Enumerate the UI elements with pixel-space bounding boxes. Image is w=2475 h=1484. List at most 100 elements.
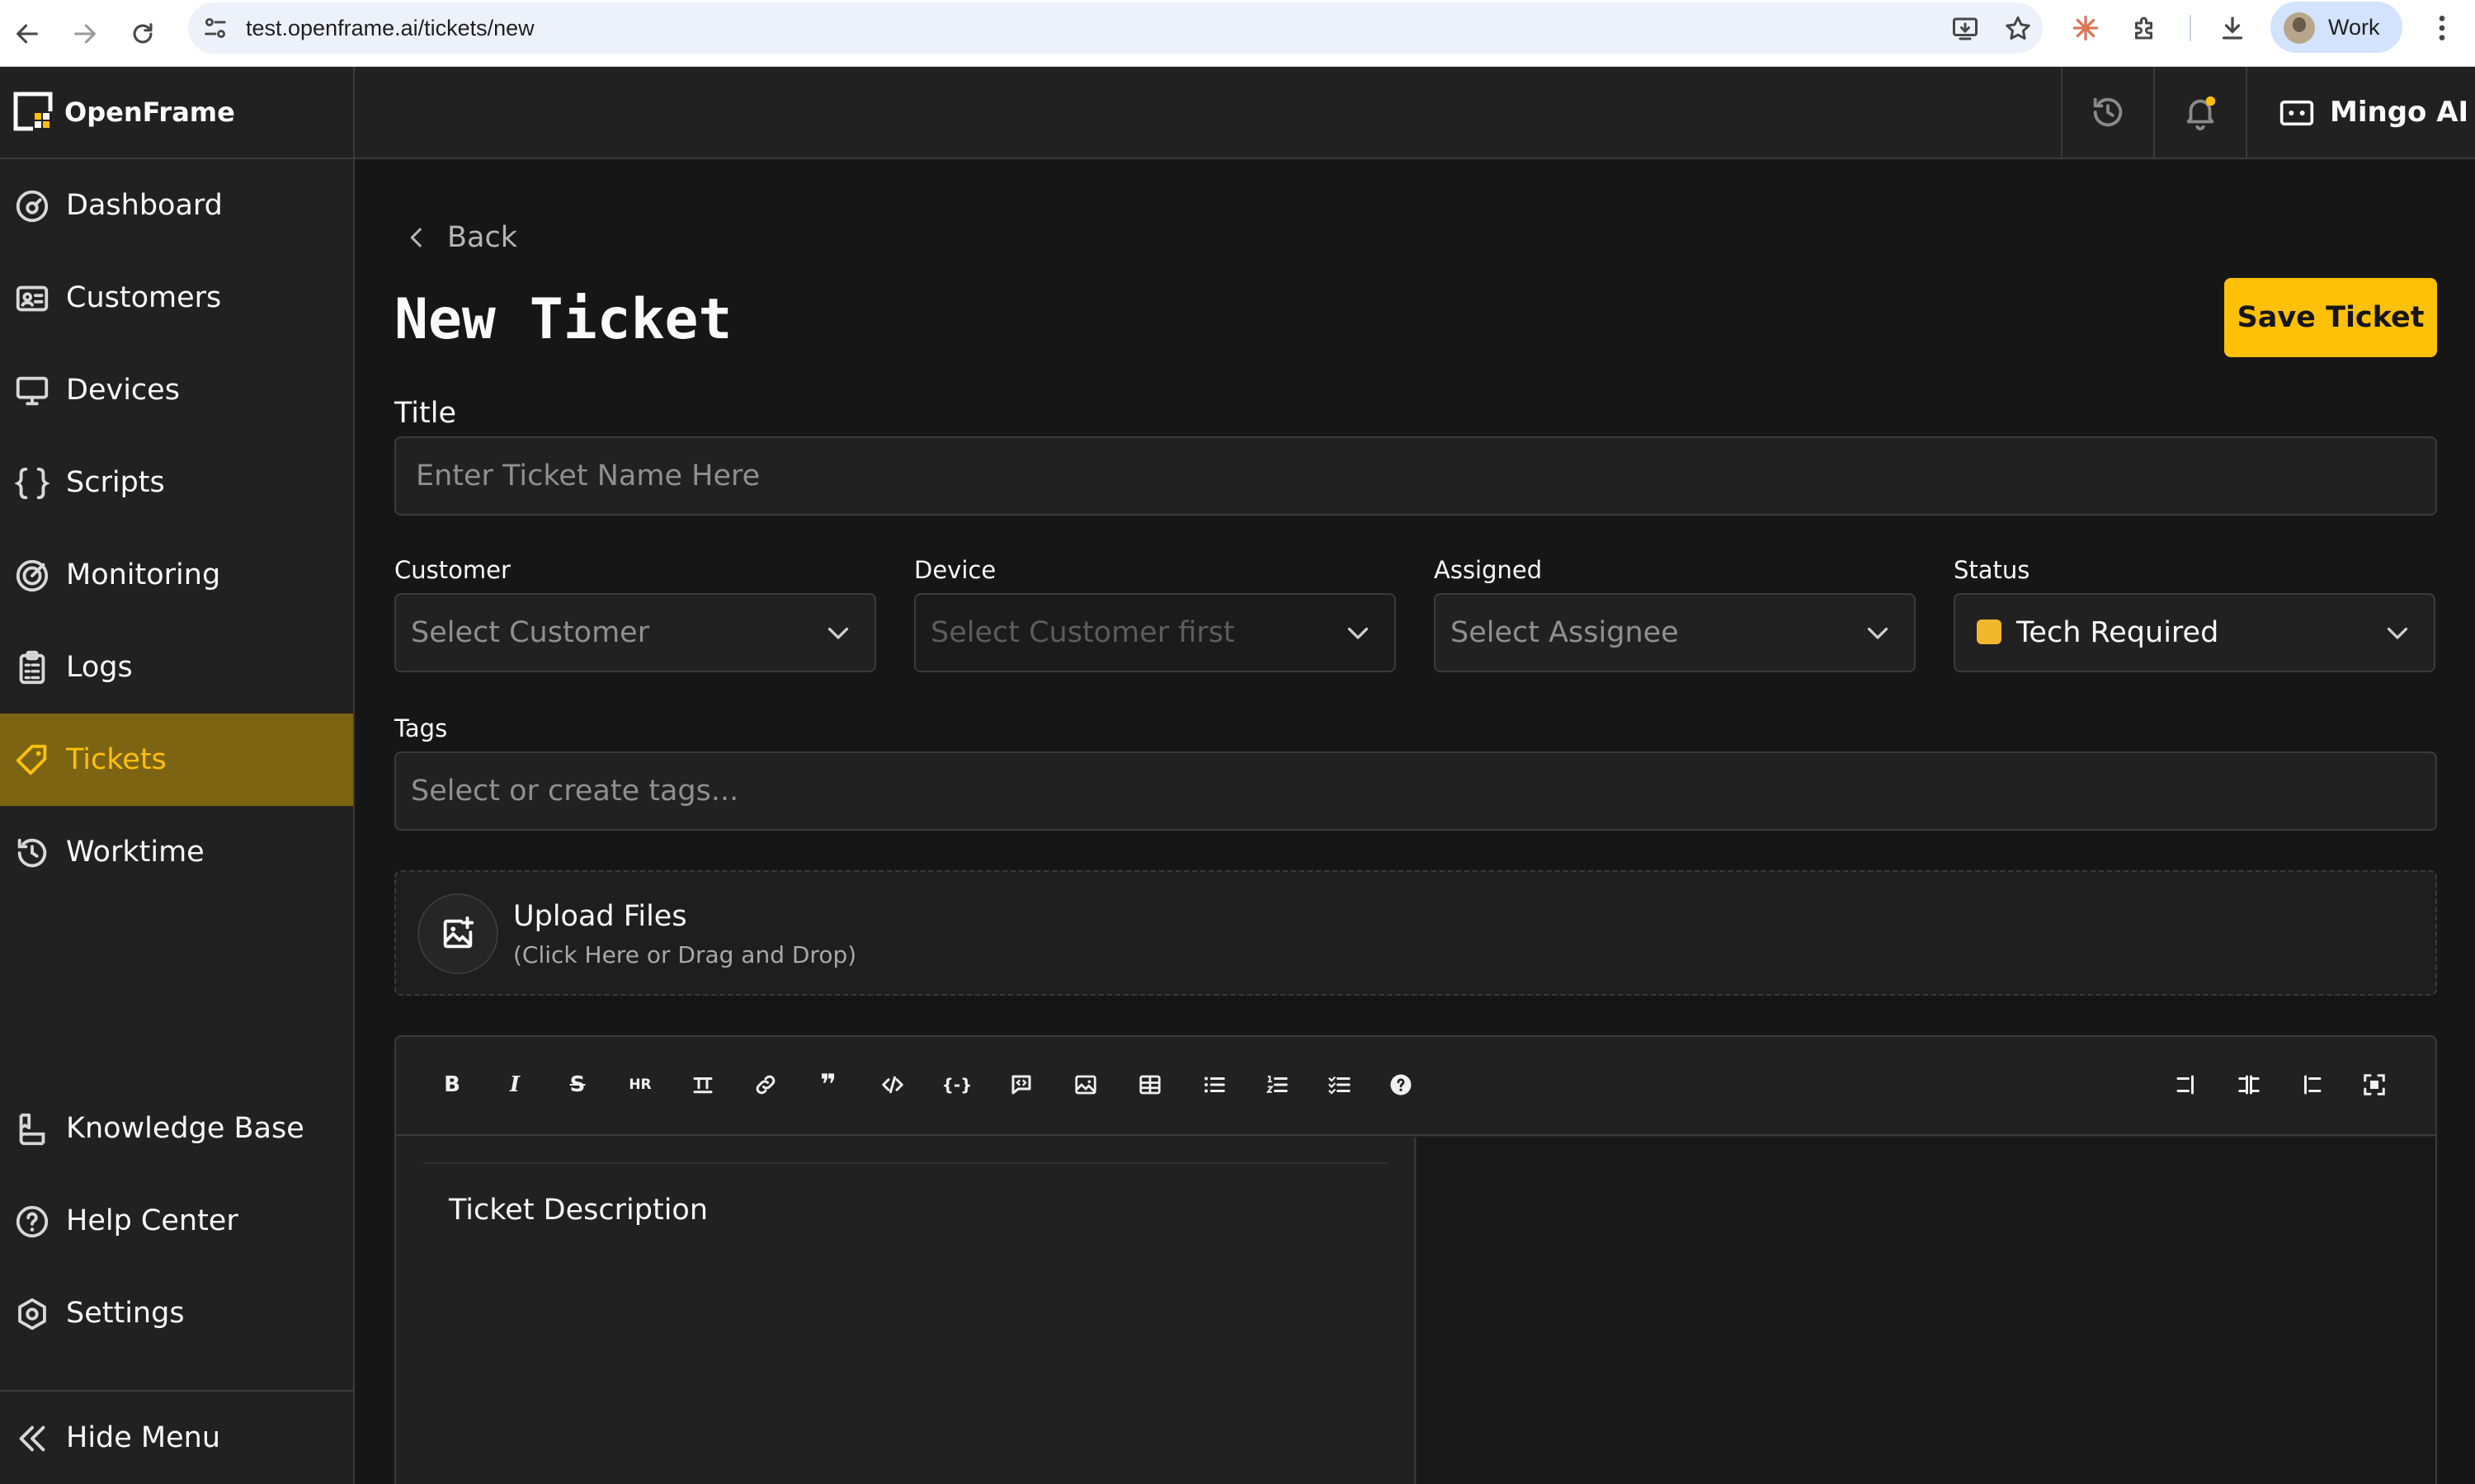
sidebar-item-label: Scripts	[66, 466, 165, 499]
sidebar-item-scripts[interactable]: Scripts	[0, 436, 353, 529]
editor-input-pane[interactable]: Ticket Description	[396, 1138, 1416, 1484]
browser-menu-icon[interactable]	[2426, 12, 2458, 45]
chevron-down-icon	[2387, 627, 2408, 639]
save-ticket-button[interactable]: Save Ticket	[2224, 278, 2437, 357]
chevron-down-icon	[827, 627, 849, 639]
tags-label: Tags	[394, 714, 448, 742]
ordered-list-icon[interactable]	[1262, 1070, 1292, 1100]
sidebar-item-label: Knowledge Base	[66, 1112, 304, 1145]
mingo-ai-label: Mingo AI	[2330, 96, 2469, 129]
customers-icon	[16, 285, 49, 312]
strikethrough-icon[interactable]: S	[563, 1070, 592, 1100]
address-bar[interactable]: test.openframe.ai/tickets/new	[188, 2, 2043, 54]
browser-back-button[interactable]	[7, 13, 48, 54]
unordered-list-icon[interactable]	[1200, 1070, 1229, 1100]
sidebar-item-logs[interactable]: Logs	[0, 621, 353, 714]
help-icon[interactable]	[1386, 1070, 1416, 1100]
upload-title: Upload Files	[513, 900, 687, 933]
status-label: Status	[1954, 556, 2030, 584]
upload-dropzone[interactable]: Upload Files (Click Here or Drag and Dro…	[394, 870, 2437, 996]
hide-menu-button[interactable]: Hide Menu	[0, 1392, 353, 1484]
tags-input[interactable]: Select or create tags...	[394, 751, 2437, 831]
chevron-down-icon	[1347, 627, 1369, 639]
mingo-ai-button[interactable]: Mingo AI	[2246, 67, 2475, 158]
status-select[interactable]: Tech Required	[1954, 593, 2435, 672]
description-placeholder: Ticket Description	[449, 1194, 709, 1227]
status-color-swatch	[1977, 620, 2001, 644]
profile-label: Work	[2328, 15, 2380, 40]
sidebar-item-settings[interactable]: Settings	[0, 1267, 353, 1359]
editor-toolbar: B I S HR ❞ {-}	[396, 1037, 2435, 1136]
sidebar-item-knowledge-base[interactable]: Knowledge Base	[0, 1082, 353, 1175]
mingo-ai-icon	[2279, 100, 2314, 126]
notifications-button[interactable]	[2153, 67, 2246, 158]
image-icon[interactable]	[1071, 1070, 1101, 1100]
browser-toolbar: test.openframe.ai/tickets/new Work	[0, 0, 2475, 67]
status-value: Tech Required	[2016, 616, 2219, 649]
title-placeholder: Enter Ticket Name Here	[416, 459, 761, 492]
table-icon[interactable]	[1135, 1070, 1165, 1100]
italic-icon[interactable]: I	[500, 1070, 530, 1100]
code-block-icon[interactable]: {-}	[942, 1070, 973, 1100]
downloads-icon[interactable]	[2216, 12, 2249, 45]
double-chevron-left-icon	[19, 1425, 45, 1452]
sidebar-item-monitoring[interactable]: Monitoring	[0, 529, 353, 621]
monitoring-icon	[16, 559, 49, 592]
hide-menu-label: Hide Menu	[66, 1421, 221, 1454]
tickets-icon	[16, 744, 47, 775]
checklist-icon[interactable]	[1325, 1070, 1355, 1100]
url-text[interactable]: test.openframe.ai/tickets/new	[246, 2, 535, 54]
tags-placeholder: Select or create tags...	[411, 775, 739, 808]
sidebar-item-label: Settings	[66, 1297, 185, 1330]
customer-placeholder: Select Customer	[411, 616, 650, 649]
edit-only-view-icon[interactable]	[2171, 1070, 2201, 1100]
bold-icon[interactable]: B	[437, 1070, 467, 1100]
title-input[interactable]: Enter Ticket Name Here	[394, 436, 2437, 516]
brand[interactable]: OpenFrame	[0, 67, 355, 158]
title-label: Title	[394, 397, 457, 430]
assignee-select[interactable]: Select Assignee	[1434, 593, 1916, 672]
sidebar-item-worktime[interactable]: Worktime	[0, 806, 353, 898]
knowledge-base-icon	[19, 1113, 45, 1146]
device-placeholder: Select Customer first	[931, 616, 1235, 649]
devices-icon	[16, 376, 49, 406]
sidebar-item-tickets[interactable]: Tickets	[0, 714, 353, 806]
device-select[interactable]: Select Customer first	[914, 593, 1396, 672]
profile-button[interactable]: Work	[2270, 2, 2402, 53]
preview-only-view-icon[interactable]	[2297, 1070, 2326, 1100]
browser-reload-button[interactable]	[122, 13, 163, 54]
sidebar-item-label: Monitoring	[66, 558, 221, 591]
comment-icon[interactable]	[1006, 1070, 1036, 1100]
site-settings-icon[interactable]	[201, 14, 229, 42]
install-app-icon[interactable]	[1950, 14, 1980, 44]
sidebar-item-label: Dashboard	[66, 189, 223, 222]
fullscreen-icon[interactable]	[2360, 1070, 2389, 1100]
horizontal-rule-icon[interactable]: HR	[625, 1070, 655, 1100]
chevron-down-icon	[1867, 627, 1888, 639]
customer-select[interactable]: Select Customer	[394, 593, 876, 672]
link-icon[interactable]	[751, 1070, 780, 1100]
sidebar: Dashboard Customers Devices Scripts Moni…	[0, 159, 355, 1484]
sidebar-item-customers[interactable]: Customers	[0, 252, 353, 344]
history-button[interactable]	[2061, 67, 2153, 158]
editor-preview-pane	[1417, 1138, 2435, 1484]
browser-forward-button[interactable]	[64, 13, 106, 54]
title-icon[interactable]	[688, 1070, 718, 1100]
sidebar-item-dashboard[interactable]: Dashboard	[0, 159, 353, 252]
quote-icon[interactable]: ❞	[813, 1068, 843, 1101]
extensions-puzzle-icon[interactable]	[2128, 12, 2162, 45]
split-view-icon[interactable]	[2234, 1070, 2264, 1100]
main-content: Back New Ticket Save Ticket Title Enter …	[355, 159, 2475, 1484]
brand-name: OpenFrame	[64, 97, 235, 128]
dashboard-icon	[16, 190, 49, 223]
bookmark-star-icon[interactable]	[2003, 14, 2033, 44]
chevron-left-icon	[410, 228, 422, 247]
extension-claude-icon[interactable]	[2069, 12, 2102, 45]
upload-subtitle: (Click Here or Drag and Drop)	[513, 941, 857, 968]
arrow-right-icon	[74, 24, 96, 44]
avatar	[2284, 12, 2315, 44]
code-icon[interactable]	[878, 1070, 908, 1100]
sidebar-item-devices[interactable]: Devices	[0, 344, 353, 436]
worktime-icon	[17, 838, 47, 868]
sidebar-item-help-center[interactable]: Help Center	[0, 1175, 353, 1267]
